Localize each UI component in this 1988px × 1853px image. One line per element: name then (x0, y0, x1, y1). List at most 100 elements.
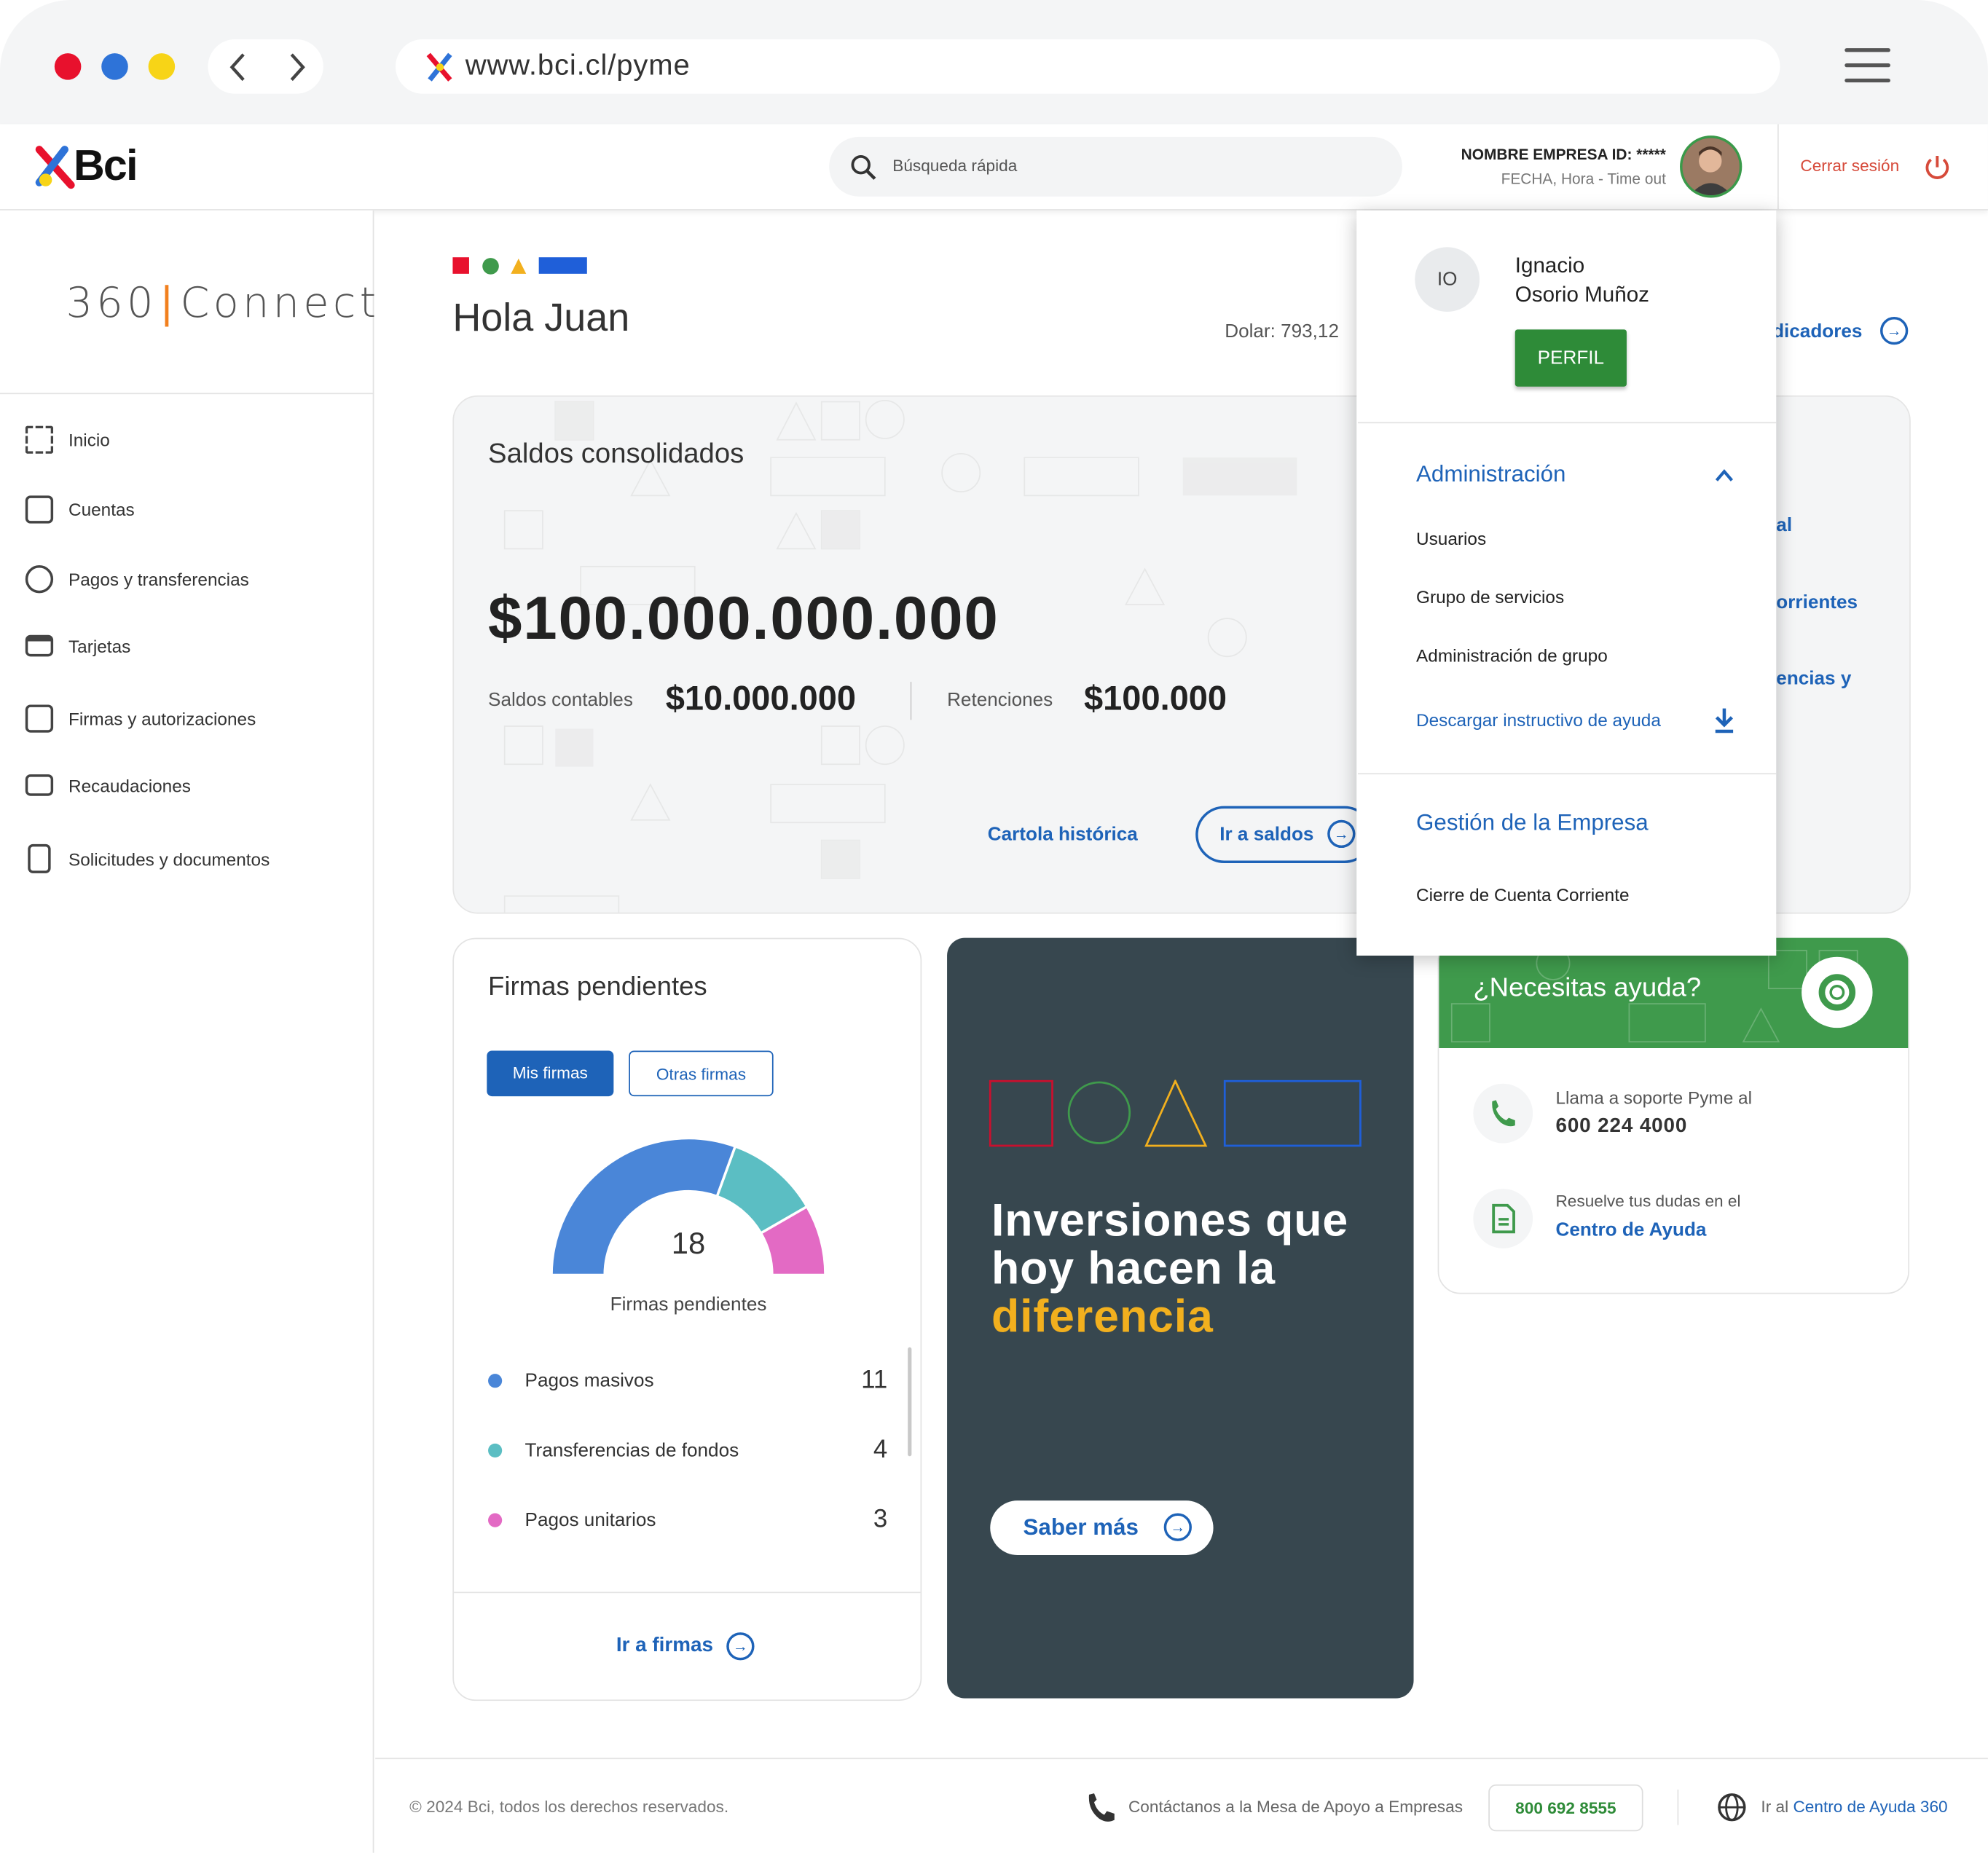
firmas-total: 18 (671, 1227, 706, 1262)
indicadores-link[interactable]: dicadores (1772, 320, 1862, 342)
power-icon[interactable] (1923, 154, 1951, 181)
greeting: Hola Juan (452, 295, 630, 340)
legend-value: 11 (861, 1366, 888, 1394)
forward-arrow-icon[interactable] (281, 51, 312, 84)
sidebar-item-cuentas[interactable]: Cuentas (25, 495, 135, 524)
partial-link-b[interactable]: orrientes (1776, 592, 1858, 614)
user-avatar[interactable] (1680, 135, 1743, 198)
menu-item-usuarios[interactable]: Usuarios (1416, 529, 1486, 549)
ayuda-phone-text: Llama a soporte Pyme al (1555, 1087, 1752, 1108)
list-scrollbar[interactable] (908, 1347, 912, 1457)
lifebuoy-button[interactable] (1802, 956, 1873, 1028)
sidebar-item-inicio[interactable]: Inicio (25, 425, 110, 454)
menu-item-admin-grupo[interactable]: Administración de grupo (1416, 645, 1608, 666)
header-divider (1777, 124, 1779, 211)
ayuda-title: ¿Necesitas ayuda? (1473, 973, 1702, 1003)
brand-360-connect: 360 | Connect (66, 278, 380, 327)
globe-icon (1718, 1793, 1746, 1822)
sidebar-item-solicitudes[interactable]: Solicitudes y documentos (25, 843, 270, 873)
legend-dot (488, 1374, 503, 1388)
sidebar-item-label: Pagos y transferencias (68, 569, 249, 590)
lifebuoy-icon (1818, 974, 1856, 1011)
saber-mas-button[interactable]: Saber más → (990, 1500, 1214, 1555)
sidebar-item-label: Inicio (68, 429, 110, 450)
legend-label: Transferencias de fondos (524, 1439, 739, 1462)
document-icon (1492, 1203, 1515, 1234)
document-icon (28, 843, 51, 873)
chevron-up-icon[interactable] (1713, 466, 1735, 484)
phone-icon (1088, 1793, 1115, 1822)
search-icon (851, 154, 876, 180)
sidebar-item-tarjetas[interactable]: Tarjetas (25, 634, 131, 657)
ir-a-saldos-label: Ir a saldos (1219, 824, 1314, 846)
saldos-contables-value: $10.000.000 (665, 679, 857, 717)
menu-item-grupo-servicios[interactable]: Grupo de servicios (1416, 587, 1564, 607)
close-window-dot[interactable] (54, 53, 82, 80)
ayuda-phone-number[interactable]: 600 224 4000 (1555, 1115, 1687, 1138)
footer-help-prefix: Ir al (1761, 1797, 1789, 1817)
descargar-instructivo-link[interactable]: Descargar instructivo de ayuda (1416, 709, 1661, 730)
legend-row[interactable]: Pagos masivos 11 (488, 1366, 887, 1396)
perfil-button[interactable]: PERFIL (1514, 329, 1627, 387)
logout-button[interactable]: Cerrar sesión (1800, 156, 1899, 175)
promo-line-2: hoy hacen la (991, 1242, 1276, 1294)
history-nav (208, 39, 323, 94)
dolar-rate: Dolar: 793,12 (1225, 320, 1339, 342)
legend-value: 3 (873, 1506, 888, 1534)
url-text[interactable]: www.bci.cl/pyme (465, 48, 691, 82)
bci-logo[interactable]: Bci (74, 142, 138, 192)
sidebar-item-label: Tarjetas (68, 635, 131, 656)
sidebar-item-label: Cuentas (68, 499, 135, 520)
footer-phone[interactable]: 800 692 8555 (1488, 1784, 1643, 1832)
card-divider (454, 1592, 921, 1594)
sidebar-item-label: Solicitudes y documentos (68, 848, 270, 869)
legend-row[interactable]: Pagos unitarios 3 (488, 1506, 887, 1535)
wallet-icon (25, 495, 54, 524)
partial-link-a[interactable]: al (1776, 514, 1792, 536)
phone-badge (1473, 1083, 1533, 1144)
back-arrow-icon[interactable] (223, 51, 254, 84)
tab-otras-firmas[interactable]: Otras firmas (629, 1050, 774, 1097)
signature-icon (25, 704, 54, 733)
sidebar-item-pagos[interactable]: Pagos y transferencias (25, 565, 249, 594)
saldos-total: $100.000.000.000 (488, 585, 999, 653)
minimize-window-dot[interactable] (101, 53, 128, 80)
retenciones-value: $100.000 (1084, 679, 1227, 717)
legend-label: Pagos unitarios (524, 1509, 656, 1531)
footer-contact-text: Contáctanos a la Mesa de Apoyo a Empresa… (1128, 1797, 1464, 1817)
arrow-right-circle-icon: → (1163, 1513, 1192, 1541)
cash-icon (25, 774, 54, 796)
footer-divider (1677, 1789, 1679, 1825)
promo-headline: Inversiones que hoy hacen la diferencia (991, 1196, 1348, 1341)
administracion-section[interactable]: Administración (1416, 461, 1565, 488)
tab-mis-firmas[interactable]: Mis firmas (487, 1050, 614, 1097)
menu-item-cierre-cuenta[interactable]: Cierre de Cuenta Corriente (1416, 885, 1630, 905)
gestion-empresa-section[interactable]: Gestión de la Empresa (1416, 810, 1649, 837)
retenciones-label: Retenciones (947, 689, 1053, 712)
ir-a-firmas-link[interactable]: Ir a firmas (616, 1635, 713, 1658)
download-icon[interactable] (1712, 706, 1737, 733)
sidebar-item-firmas[interactable]: Firmas y autorizaciones (25, 704, 256, 733)
saldos-contables-label: Saldos contables (488, 689, 633, 712)
saldos-title: Saldos consolidados (488, 437, 744, 469)
partial-link-c[interactable]: encias y (1776, 668, 1851, 690)
centro-ayuda-360-link[interactable]: Centro de Ayuda 360 (1793, 1797, 1947, 1816)
search-input[interactable]: Búsqueda rápida (829, 136, 1402, 197)
copyright: © 2024 Bci, todos los derechos reservado… (409, 1797, 729, 1817)
arrow-right-circle-icon: → (1327, 819, 1356, 849)
sidebar (0, 210, 374, 1853)
maximize-window-dot[interactable] (148, 53, 176, 80)
dropdown-divider (1357, 773, 1777, 775)
cartola-historica-link[interactable]: Cartola histórica (988, 824, 1138, 846)
user-initials: IO (1415, 247, 1480, 312)
menu-icon[interactable] (1844, 48, 1890, 94)
sidebar-item-recaudaciones[interactable]: Recaudaciones (25, 774, 191, 796)
bci-logo-mark-icon (35, 146, 75, 189)
user-last-name: Osorio Muñoz (1514, 283, 1649, 307)
legend-dot (488, 1513, 503, 1527)
brand-360: 360 (66, 278, 157, 327)
arrow-right-circle-icon[interactable]: → (1880, 317, 1909, 345)
arrow-right-circle-icon[interactable]: → (726, 1632, 755, 1661)
centro-de-ayuda-link[interactable]: Centro de Ayuda (1555, 1219, 1706, 1241)
legend-row[interactable]: Transferencias de fondos 4 (488, 1436, 887, 1465)
